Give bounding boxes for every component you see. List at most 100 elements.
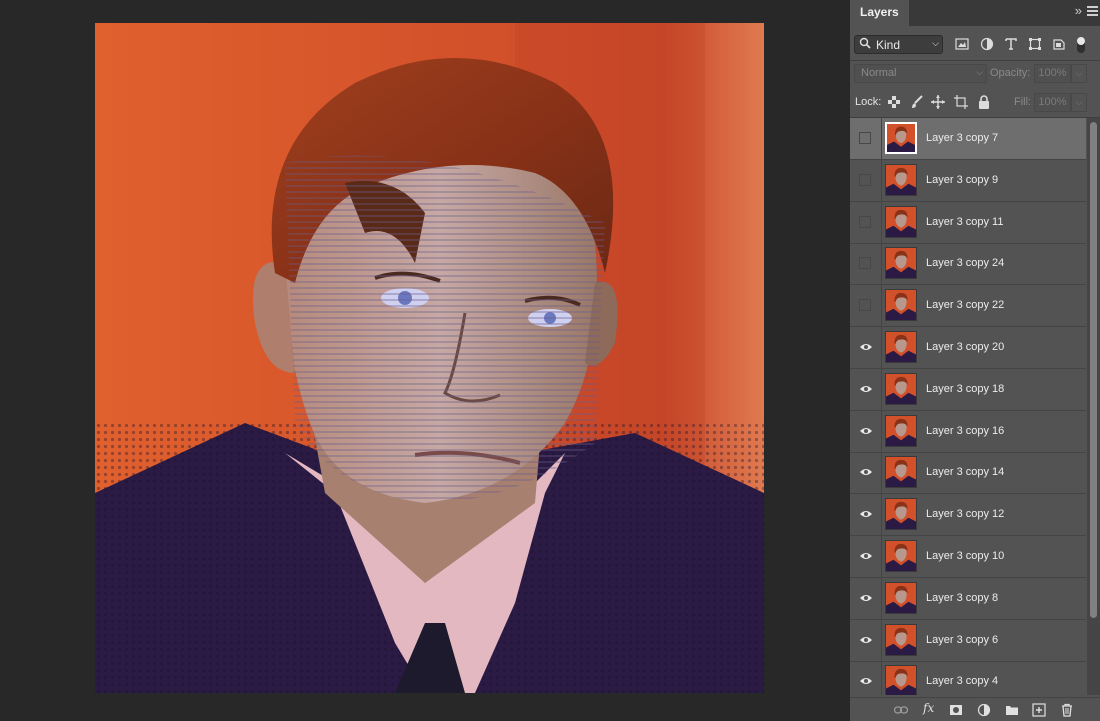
opacity-field[interactable]: 100% xyxy=(1034,64,1071,83)
shape-filter-icon[interactable] xyxy=(1028,37,1042,51)
fx-icon[interactable]: fx xyxy=(923,701,937,715)
layer-filter-row: Kind ⌵ xyxy=(850,28,1100,60)
layers-panel: Layers » Kind ⌵ Normal ⌵ Opacity: 100% ⌵… xyxy=(850,0,1100,721)
layer-visibility-toggle[interactable] xyxy=(850,368,882,410)
layer-visibility-toggle[interactable] xyxy=(850,536,882,577)
filter-kind-select[interactable]: Kind ⌵ xyxy=(854,35,943,54)
divider xyxy=(850,60,1100,61)
lock-image-pixels-icon[interactable] xyxy=(910,95,924,109)
layer-visibility-toggle[interactable] xyxy=(850,285,882,327)
panel-tab-bar: Layers » xyxy=(850,0,1100,26)
panel-menu-icon[interactable] xyxy=(1087,6,1098,16)
layer-name[interactable]: Layer 3 copy 24 xyxy=(926,257,1004,269)
lock-position-icon[interactable] xyxy=(931,95,945,109)
new-layer-icon[interactable] xyxy=(1032,703,1046,717)
eye-icon xyxy=(860,636,872,643)
layer-thumbnail[interactable] xyxy=(885,331,917,363)
layer-row[interactable]: Layer 3 copy 20 xyxy=(850,327,1086,369)
layer-thumbnail[interactable] xyxy=(885,247,917,280)
layer-visibility-toggle[interactable] xyxy=(850,243,882,285)
layer-row[interactable]: Layer 3 copy 10 xyxy=(850,536,1086,578)
layer-row[interactable]: Layer 3 copy 22 xyxy=(850,285,1086,328)
layer-name[interactable]: Layer 3 copy 9 xyxy=(926,174,998,186)
layer-thumbnail[interactable] xyxy=(885,665,917,695)
adjustment-layer-icon[interactable] xyxy=(977,703,991,717)
add-mask-icon[interactable] xyxy=(949,703,963,717)
layer-row[interactable]: Layer 3 copy 18 xyxy=(850,368,1086,411)
delete-layer-icon[interactable] xyxy=(1060,703,1074,717)
eye-icon xyxy=(860,553,872,559)
layer-name[interactable]: Layer 3 copy 16 xyxy=(926,425,1004,437)
layer-name[interactable]: Layer 3 copy 11 xyxy=(926,216,1003,228)
layer-list-scrollbar[interactable] xyxy=(1087,118,1100,695)
document-canvas-area[interactable] xyxy=(0,0,850,720)
blend-mode-select[interactable]: Normal ⌵ xyxy=(854,64,987,83)
layer-thumbnail[interactable] xyxy=(885,414,917,447)
layer-name[interactable]: Layer 3 copy 8 xyxy=(926,592,998,604)
collapse-panel-icon[interactable]: » xyxy=(1075,3,1082,18)
new-group-icon[interactable] xyxy=(1005,703,1019,717)
layer-visibility-toggle[interactable] xyxy=(850,577,882,619)
layer-name[interactable]: Layer 3 copy 20 xyxy=(926,341,1004,353)
layers-bottom-toolbar: fx xyxy=(850,697,1100,721)
portrait-artwork xyxy=(95,23,764,693)
layer-thumbnail[interactable] xyxy=(885,498,917,531)
adjustment-filter-icon[interactable] xyxy=(980,37,994,51)
lock-artboard-icon[interactable] xyxy=(954,95,968,109)
type-filter-icon[interactable] xyxy=(1004,37,1018,51)
layer-row[interactable]: Layer 3 copy 4 xyxy=(850,661,1086,695)
fill-dropdown-icon[interactable]: ⌵ xyxy=(1071,93,1087,112)
layer-thumbnail-image xyxy=(886,164,916,195)
hidden-visibility-box xyxy=(859,299,871,312)
image-canvas[interactable] xyxy=(95,23,764,693)
tab-layers[interactable]: Layers xyxy=(850,0,909,26)
layer-visibility-toggle[interactable] xyxy=(850,452,882,494)
layer-row[interactable]: Layer 3 copy 7 xyxy=(850,118,1086,160)
layer-thumbnail[interactable] xyxy=(885,205,917,238)
pixel-filter-icon[interactable] xyxy=(955,37,969,51)
layer-visibility-toggle[interactable] xyxy=(850,661,882,695)
layer-row[interactable]: Layer 3 copy 16 xyxy=(850,410,1086,453)
eye-icon xyxy=(860,427,872,434)
layer-thumbnail[interactable] xyxy=(885,456,917,489)
layer-row[interactable]: Layer 3 copy 24 xyxy=(850,243,1086,286)
lock-transparent-pixels-icon[interactable] xyxy=(887,95,901,109)
layer-row[interactable]: Layer 3 copy 9 xyxy=(850,159,1086,202)
layer-row[interactable]: Layer 3 copy 11 xyxy=(850,201,1086,244)
layer-name[interactable]: Layer 3 copy 18 xyxy=(926,383,1004,395)
opacity-dropdown-icon[interactable]: ⌵ xyxy=(1071,64,1087,83)
layer-visibility-toggle[interactable] xyxy=(850,410,882,452)
layer-thumbnail[interactable] xyxy=(885,372,917,405)
layer-visibility-toggle[interactable] xyxy=(850,118,882,159)
layer-list[interactable]: Layer 3 copy 7 Layer 3 copy 9 Layer 3 copy… xyxy=(850,118,1086,695)
layer-visibility-toggle[interactable] xyxy=(850,327,882,368)
smart-object-filter-icon[interactable] xyxy=(1052,37,1066,51)
layer-thumbnail[interactable] xyxy=(885,122,917,154)
eye-icon xyxy=(860,385,872,392)
layer-name[interactable]: Layer 3 copy 22 xyxy=(926,299,1004,311)
layer-row[interactable]: Layer 3 copy 6 xyxy=(850,619,1086,662)
layer-name[interactable]: Layer 3 copy 14 xyxy=(926,466,1004,478)
filter-toggle-switch[interactable] xyxy=(1077,37,1085,53)
layer-thumbnail[interactable] xyxy=(885,623,917,656)
layer-visibility-toggle[interactable] xyxy=(850,201,882,243)
layer-thumbnail[interactable] xyxy=(885,540,917,572)
scrollbar-thumb[interactable] xyxy=(1090,122,1097,618)
layer-row[interactable]: Layer 3 copy 12 xyxy=(850,494,1086,537)
layer-row[interactable]: Layer 3 copy 8 xyxy=(850,577,1086,620)
layer-visibility-toggle[interactable] xyxy=(850,619,882,661)
layer-name[interactable]: Layer 3 copy 12 xyxy=(926,508,1004,520)
lock-all-icon[interactable] xyxy=(977,95,991,109)
layer-visibility-toggle[interactable] xyxy=(850,494,882,536)
layer-name[interactable]: Layer 3 copy 4 xyxy=(926,675,998,687)
layer-row[interactable]: Layer 3 copy 14 xyxy=(850,452,1086,495)
layer-thumbnail[interactable] xyxy=(885,163,917,196)
layer-name[interactable]: Layer 3 copy 7 xyxy=(926,132,998,144)
layer-name[interactable]: Layer 3 copy 10 xyxy=(926,550,1004,562)
link-layers-icon[interactable] xyxy=(894,703,908,717)
fill-field[interactable]: 100% xyxy=(1034,93,1071,112)
layer-visibility-toggle[interactable] xyxy=(850,159,882,201)
layer-name[interactable]: Layer 3 copy 6 xyxy=(926,634,998,646)
layer-thumbnail[interactable] xyxy=(885,581,917,614)
layer-thumbnail[interactable] xyxy=(885,289,917,322)
